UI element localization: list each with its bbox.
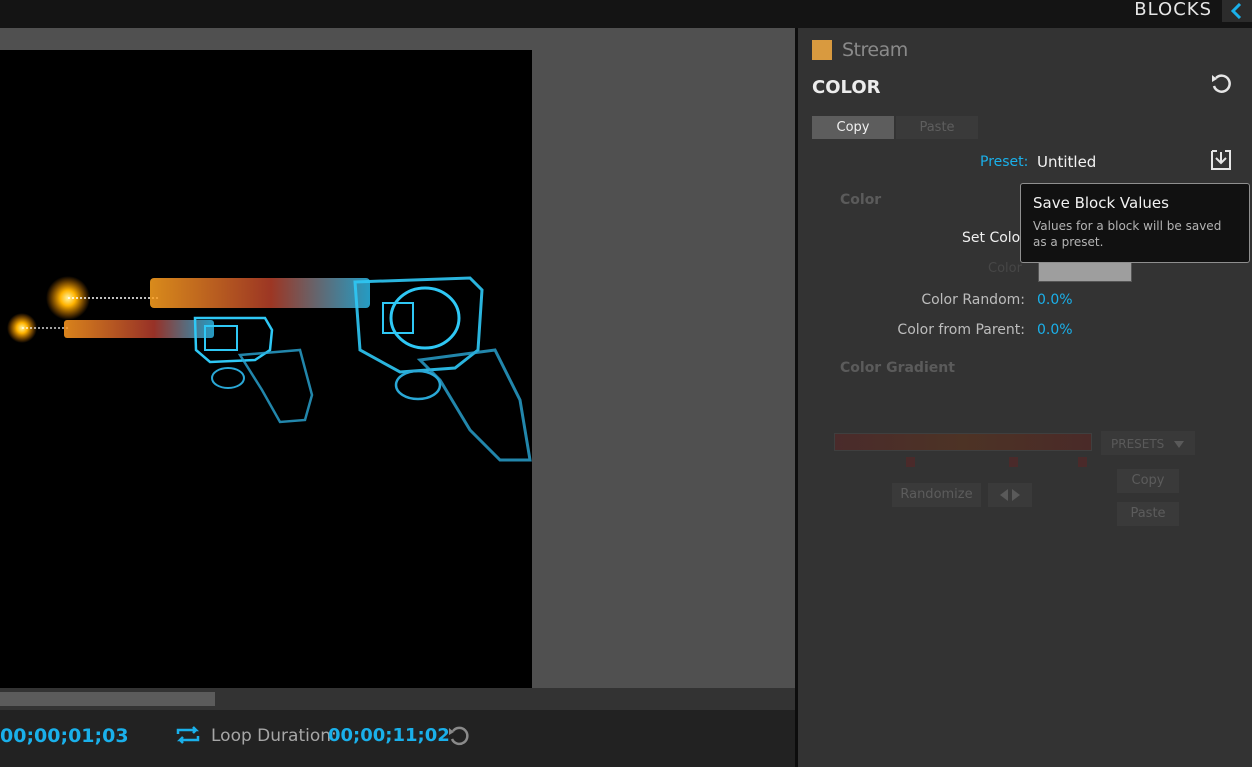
color-random-value[interactable]: 0.0% [1037,292,1073,308]
paste-button[interactable]: Paste [896,116,978,139]
randomize-button[interactable]: Randomize [892,483,981,507]
loop-duration-value[interactable]: 00;00;11;02 [328,725,450,746]
blocks-panel: Stream COLOR Copy Paste Preset: Untitled… [798,28,1252,767]
color-from-parent-value[interactable]: 0.0% [1037,322,1073,338]
section-title: COLOR [812,77,881,98]
gradient-bar[interactable] [834,433,1092,451]
copy-button[interactable]: Copy [812,116,894,139]
save-block-values-tooltip: Save Block Values Values for a block wil… [1020,183,1250,263]
save-download-icon[interactable] [1209,148,1233,176]
gradient-stop[interactable] [906,457,915,467]
gradient-stop[interactable] [1078,457,1087,467]
color-from-parent-label: Color from Parent: [897,322,1025,338]
flip-gradient-button[interactable] [988,483,1032,507]
top-bar: BLOCKS [0,0,1252,28]
chevron-left-icon [1230,3,1242,19]
timeline-bar: 00;00;01;03 Loop Duration: 00;00;11;02 [0,710,795,767]
color-group-title: Color [840,192,882,208]
gradient-copy-button[interactable]: Copy [1117,469,1179,493]
preview-viewer [0,28,795,710]
reset-loop-icon[interactable] [447,724,471,752]
loop-duration-label: Loop Duration: [211,726,337,746]
presets-label: PRESETS [1111,437,1165,451]
collapse-panel-button[interactable] [1222,0,1252,22]
presets-dropdown[interactable]: PRESETS [1101,431,1195,455]
scroll-thumb[interactable] [0,692,215,706]
color-gradient-group-title: Color Gradient [840,360,955,376]
render-canvas[interactable] [0,50,532,688]
left-right-arrows-icon [1000,489,1020,501]
gradient-stop[interactable] [1009,457,1018,467]
block-color-swatch [812,40,832,60]
horizontal-scrollbar[interactable] [0,688,795,710]
blocks-panel-title: BLOCKS [1134,0,1212,20]
chevron-down-icon [1174,441,1184,448]
color-random-label: Color Random: [921,292,1025,308]
gradient-paste-button[interactable]: Paste [1117,502,1179,526]
current-timecode[interactable]: 00;00;01;03 [0,725,129,747]
tooltip-body: Values for a block will be saved as a pr… [1033,219,1222,249]
tooltip-title: Save Block Values [1033,194,1169,212]
preset-label: Preset: [980,154,1029,170]
loop-icon[interactable] [174,724,202,750]
block-name: Stream [842,39,908,61]
revolver-particles-image [7,276,532,462]
preset-value[interactable]: Untitled [1037,153,1096,171]
set-color-label: Set Color [962,230,1026,246]
reset-icon[interactable] [1209,72,1233,100]
color-label: Color [988,261,1022,276]
